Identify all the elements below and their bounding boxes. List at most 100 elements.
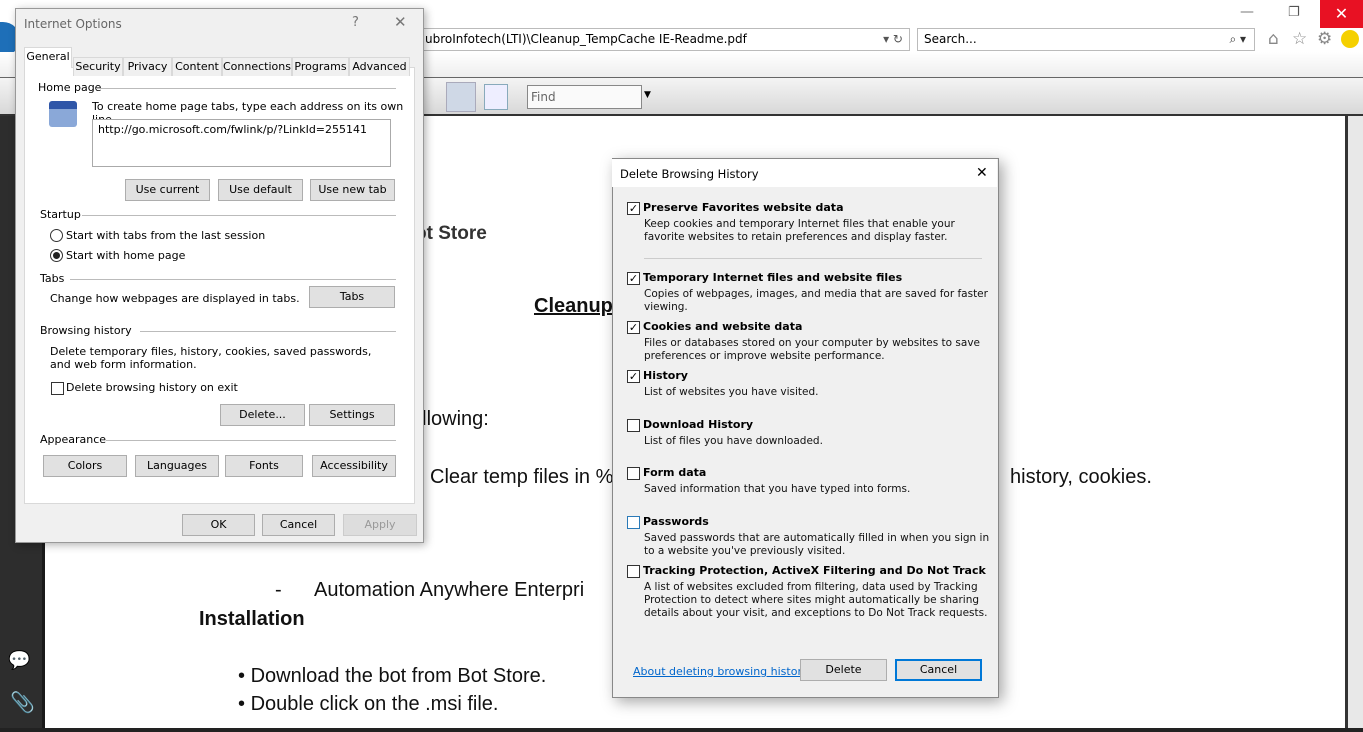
address-bar[interactable]: ubroInfotech(LTI)\Cleanup_TempCache IE-R… (420, 28, 910, 51)
doc-line: Clear temp files in % (430, 466, 614, 488)
doc-dash: - (275, 579, 282, 601)
doc-title: Cleanup (534, 295, 613, 317)
doc-bullet: • Double click on the .msi file. (238, 693, 498, 716)
tab-privacy[interactable]: Privacy (123, 57, 172, 76)
delete-item-description: List of files you have downloaded. (644, 435, 823, 447)
delete-item-checkbox[interactable] (627, 565, 640, 578)
use-current-button[interactable]: Use current (125, 179, 210, 201)
about-deleting-history-link[interactable]: About deleting browsing history (633, 665, 808, 678)
cancel-button[interactable]: Cancel (262, 514, 335, 536)
bullet: • (238, 693, 246, 715)
feedback-smiley-icon[interactable] (1341, 30, 1359, 48)
delete-item-description: Files or databases stored on your comput… (644, 337, 981, 362)
fit-width-button[interactable] (446, 82, 476, 112)
favorites-star-icon[interactable]: ☆ (1292, 29, 1307, 49)
doc-heading: ot Store (415, 223, 487, 244)
delete-item-checkbox[interactable] (627, 467, 640, 480)
startup-option-label: Start with tabs from the last session (66, 229, 266, 242)
startup-home-page-radio[interactable] (50, 249, 63, 262)
delete-item-title: Form data (643, 466, 707, 479)
doc-line: Automation Anywhere Enterpri (314, 579, 585, 601)
tab-connections[interactable]: Connections (222, 57, 292, 76)
delete-item-description: Copies of webpages, images, and media th… (644, 288, 988, 313)
close-window-button[interactable]: ✕ (1320, 0, 1363, 28)
fit-page-button[interactable] (484, 84, 508, 110)
gear-icon[interactable]: ⚙ (1317, 29, 1332, 49)
delete-item-title: Temporary Internet files and website fil… (643, 271, 903, 284)
browsing-history-text: Delete temporary files, history, cookies… (50, 345, 372, 371)
close-dialog-button[interactable]: ✕ (394, 13, 407, 31)
delete-item-checkbox[interactable]: ✓ (627, 321, 640, 334)
delete-item-title: Cookies and website data (643, 320, 803, 333)
languages-button[interactable]: Languages (135, 455, 219, 477)
ok-button[interactable]: OK (182, 514, 255, 536)
startup-option-label: Start with home page (66, 249, 186, 262)
tabs-text: Change how webpages are displayed in tab… (50, 292, 300, 305)
comments-icon[interactable]: 💬 (8, 650, 30, 671)
divider (106, 440, 396, 441)
search-input[interactable]: Search... ⌕ ▾ (917, 28, 1255, 51)
refresh-icon[interactable]: ▾ ↻ (883, 29, 903, 50)
settings-button[interactable]: Settings (309, 404, 395, 426)
tab-security[interactable]: Security (73, 57, 123, 76)
doc-line: history, cookies. (1010, 466, 1152, 488)
help-button[interactable]: ? (352, 15, 359, 30)
delete-on-exit-checkbox[interactable] (51, 382, 64, 395)
startup-last-session-radio[interactable] (50, 229, 63, 242)
bullet-text: Download the bot from Bot Store. (250, 665, 547, 687)
home-icon[interactable]: ⌂ (1268, 29, 1279, 49)
startup-label: Startup (40, 208, 81, 221)
colors-button[interactable]: Colors (43, 455, 127, 477)
cancel-button[interactable]: Cancel (895, 659, 982, 681)
fonts-button[interactable]: Fonts (225, 455, 303, 477)
divider (140, 331, 396, 332)
delete-item-title: Download History (643, 418, 754, 431)
divider (70, 279, 396, 280)
delete-button[interactable]: Delete (800, 659, 887, 681)
minimize-button[interactable]: — (1240, 4, 1260, 24)
delete-button[interactable]: Delete... (220, 404, 305, 426)
use-new-tab-button[interactable]: Use new tab (310, 179, 395, 201)
delete-item-checkbox[interactable]: ✓ (627, 272, 640, 285)
tab-content[interactable]: Content (172, 57, 222, 76)
delete-item-description: List of websites you have visited. (644, 386, 819, 398)
delete-item-checkbox[interactable] (627, 516, 640, 529)
dialog-title: Internet Options (24, 17, 122, 31)
close-dialog-button[interactable]: ✕ (976, 165, 988, 181)
divider (96, 88, 396, 89)
find-placeholder: Find (531, 90, 556, 104)
delete-on-exit-label: Delete browsing history on exit (66, 381, 238, 394)
delete-item-checkbox[interactable] (627, 419, 640, 432)
find-input[interactable]: Find (527, 85, 642, 109)
delete-item-description: Keep cookies and temporary Internet file… (644, 218, 955, 243)
divider (644, 258, 982, 259)
tabs-button[interactable]: Tabs (309, 286, 395, 308)
delete-item-description: A list of websites excluded from filteri… (644, 581, 988, 619)
delete-item-checkbox[interactable]: ✓ (627, 202, 640, 215)
find-dropdown-icon[interactable]: ▼ (644, 90, 651, 100)
tab-programs[interactable]: Programs (292, 57, 349, 76)
apply-button[interactable]: Apply (343, 514, 417, 536)
search-placeholder: Search... (924, 32, 977, 46)
tab-advanced[interactable]: Advanced (349, 57, 410, 76)
delete-item-checkbox[interactable]: ✓ (627, 370, 640, 383)
accessibility-button[interactable]: Accessibility (312, 455, 396, 477)
pdf-scrollbar[interactable] (1345, 116, 1363, 732)
bottom-bar (0, 728, 1363, 732)
doc-bullet: • Download the bot from Bot Store. (238, 665, 546, 688)
search-icon[interactable]: ⌕ ▾ (1229, 29, 1246, 50)
delete-item-title: Passwords (643, 515, 709, 528)
bullet-text: Double click on the .msi file. (250, 693, 499, 715)
delete-item-title: History (643, 369, 688, 382)
divider (82, 215, 396, 216)
delete-item-title: Tracking Protection, ActiveX Filtering a… (643, 564, 986, 577)
browsing-history-label: Browsing history (40, 324, 132, 337)
restore-button[interactable]: ❐ (1288, 5, 1302, 20)
use-default-button[interactable]: Use default (218, 179, 303, 201)
tab-general[interactable]: General (24, 47, 72, 68)
delete-item-description: Saved passwords that are automatically f… (644, 532, 990, 557)
home-page-url-field[interactable]: http://go.microsoft.com/fwlink/p/?LinkId… (92, 119, 391, 167)
delete-item-title: Preserve Favorites website data (643, 201, 844, 214)
attachment-icon[interactable]: 📎 (10, 690, 35, 714)
house-icon (49, 101, 77, 127)
